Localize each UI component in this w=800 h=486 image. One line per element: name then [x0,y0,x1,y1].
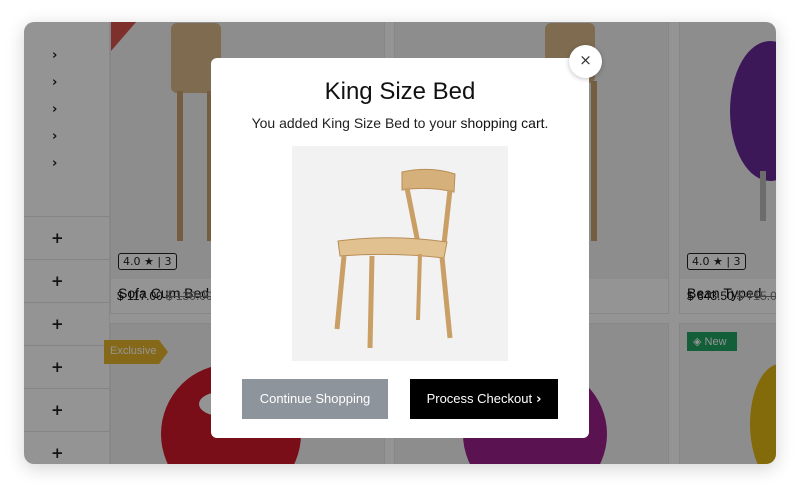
checkout-label: Process Checkout [426,391,533,406]
message-end: . [544,115,549,131]
process-checkout-button[interactable]: Process Checkout › [410,379,558,419]
chair-image [334,168,456,349]
close-icon[interactable]: × [569,45,602,78]
chevron-right-icon: › [536,392,542,407]
continue-shopping-button[interactable]: Continue Shopping [242,379,388,419]
product-image [292,146,508,361]
shopping-cart-link[interactable]: shopping cart [460,115,544,131]
added-to-cart-modal: King Size Bed You added King Size Bed to… [211,58,589,438]
modal-message: You added King Size Bed to your shopping… [211,115,589,131]
message-text: You added King Size Bed to your [251,115,461,131]
modal-title: King Size Bed [324,78,476,105]
